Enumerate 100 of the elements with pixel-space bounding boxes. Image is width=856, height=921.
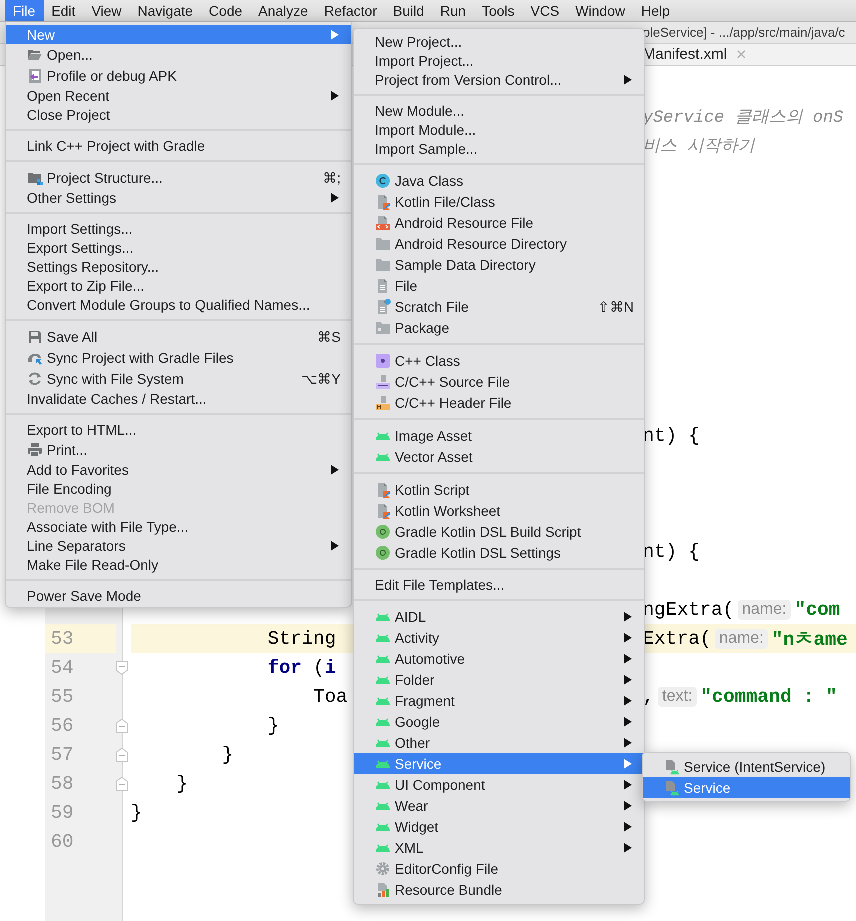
menu-item[interactable]: Sync with File System ⌥⌘Y: [6, 368, 351, 389]
menu-bar-item[interactable]: Analyze: [250, 0, 316, 21]
menu-item[interactable]: Google: [354, 711, 644, 732]
menu-item[interactable]: C/C++ Header File: [354, 392, 644, 413]
menu-item[interactable]: Android Resource Directory: [354, 233, 644, 254]
menu-item[interactable]: XML: [354, 837, 644, 858]
menu-item[interactable]: Automotive: [354, 648, 644, 669]
menu-bar-item[interactable]: Edit: [44, 0, 84, 21]
menu-item[interactable]: AIDL: [354, 606, 644, 627]
code-comment: 비스 시작하기: [643, 137, 756, 157]
menu-item[interactable]: Sync Project with Gradle Files: [6, 347, 351, 368]
menu-item[interactable]: Scratch File ⇧⌘N: [354, 296, 644, 317]
menu-item[interactable]: Kotlin Script: [354, 479, 644, 500]
menu-item[interactable]: EditorConfig File: [354, 858, 644, 879]
menu-item[interactable]: Project from Version Control...: [354, 70, 644, 89]
caret-icon: [624, 738, 632, 748]
menu-item[interactable]: Import Sample...: [354, 139, 644, 158]
menu-bar-item[interactable]: Tools: [474, 0, 523, 21]
menu-item[interactable]: Profile or debug APK: [6, 65, 351, 86]
menu-bar-item[interactable]: Code: [201, 0, 251, 21]
fold-icon[interactable]: [116, 660, 128, 674]
menu-item[interactable]: Print...: [6, 439, 351, 460]
menu-item[interactable]: Edit File Templates...: [354, 575, 644, 594]
menu-bar-item[interactable]: Help: [633, 0, 678, 21]
menu-item[interactable]: Service: [354, 753, 644, 774]
menu-item[interactable]: Invalidate Caches / Restart...: [6, 389, 351, 408]
menu-item[interactable]: Service (IntentService): [643, 756, 850, 777]
line-number: 54: [50, 656, 75, 680]
menu-item[interactable]: Folder: [354, 669, 644, 690]
menu-item[interactable]: Save All ⌘S: [6, 326, 351, 347]
fold-icon[interactable]: [116, 748, 128, 762]
code-text: for: [266, 656, 302, 678]
menu-item[interactable]: C/C++ Source File: [354, 371, 644, 392]
menu-bar-item[interactable]: Refactor: [316, 0, 386, 21]
menu-item[interactable]: Java Class: [354, 170, 644, 191]
menu-item[interactable]: Activity: [354, 627, 644, 648]
menu-item[interactable]: Make File Read-Only: [6, 555, 351, 574]
close-icon[interactable]: [737, 50, 746, 59]
menu-bar-item[interactable]: File: [5, 0, 44, 21]
menu-item[interactable]: Wear: [354, 795, 644, 816]
menu-item[interactable]: C++ Class: [354, 350, 644, 371]
menu-item[interactable]: Import Project...: [354, 51, 644, 70]
code-comment: yService 클래스의 onS: [643, 108, 844, 128]
printer-icon: [27, 442, 43, 458]
editor-tab[interactable]: Manifest.xml: [643, 46, 728, 63]
menu-item[interactable]: Fragment: [354, 690, 644, 711]
source-file-icon: [375, 374, 391, 390]
menu-item[interactable]: Kotlin Worksheet: [354, 500, 644, 521]
menu-item[interactable]: Close Project: [6, 105, 351, 124]
menu-item[interactable]: Import Settings...: [6, 219, 351, 238]
menu-item[interactable]: Gradle Kotlin DSL Build Script: [354, 521, 644, 542]
menu-bar-item[interactable]: VCS: [522, 0, 568, 21]
menu-bar-item[interactable]: Navigate: [130, 0, 202, 21]
code-text: ,: [643, 686, 654, 708]
menu-item[interactable]: Link C++ Project with Gradle: [6, 136, 351, 155]
menu-item[interactable]: New Project...: [354, 32, 644, 51]
menu-item[interactable]: Export to Zip File...: [6, 276, 351, 295]
menu-item[interactable]: Import Module...: [354, 120, 644, 139]
menu-item[interactable]: File Encoding: [6, 479, 351, 498]
menu-item[interactable]: Service: [643, 777, 850, 798]
menu-item[interactable]: Open Recent: [6, 86, 351, 105]
menu-bar-item[interactable]: Window: [568, 0, 634, 21]
menu-item[interactable]: Gradle Kotlin DSL Settings: [354, 542, 644, 563]
menu-item[interactable]: Project Structure... ⌘;: [6, 167, 351, 188]
menu-bar-item[interactable]: Build: [385, 0, 432, 21]
bar-chart-file-icon: [375, 882, 391, 898]
menu-item[interactable]: Open...: [6, 44, 351, 65]
menu-item[interactable]: Other: [354, 732, 644, 753]
menu-item[interactable]: File: [354, 275, 644, 296]
caret-icon: [624, 822, 632, 832]
menu-item[interactable]: UI Component: [354, 774, 644, 795]
menu-bar-item[interactable]: View: [84, 0, 130, 21]
menu-item[interactable]: Android Resource File: [354, 212, 644, 233]
fold-icon[interactable]: [116, 718, 128, 732]
menu-item[interactable]: Convert Module Groups to Qualified Names...: [6, 295, 351, 314]
menu-item[interactable]: New: [6, 25, 351, 44]
package-folder-icon: [375, 320, 391, 336]
scratch-file-icon: [375, 298, 391, 314]
caret-icon: [624, 612, 632, 622]
menu-item[interactable]: Power Save Mode: [6, 586, 351, 605]
menu-item[interactable]: Widget: [354, 816, 644, 837]
menu-item[interactable]: Vector Asset: [354, 446, 644, 467]
menu-item[interactable]: Export Settings...: [6, 238, 351, 257]
menu-item[interactable]: Sample Data Directory: [354, 254, 644, 275]
menu-item[interactable]: Settings Repository...: [6, 257, 351, 276]
menu-item[interactable]: Kotlin File/Class: [354, 191, 644, 212]
menu-item[interactable]: Package: [354, 317, 644, 338]
code-text: "nㅊame: [772, 628, 848, 652]
menu-item[interactable]: Associate with File Type...: [6, 517, 351, 536]
fold-icon[interactable]: [116, 776, 128, 790]
menu-item[interactable]: Export to HTML...: [6, 420, 351, 439]
refresh-icon: [27, 370, 43, 386]
menu-item[interactable]: Resource Bundle: [354, 879, 644, 900]
menu-item[interactable]: Add to Favorites: [6, 460, 351, 479]
menu-item[interactable]: Image Asset: [354, 425, 644, 446]
menu-item[interactable]: Line Separators: [6, 536, 351, 555]
menu-item[interactable]: New Module...: [354, 101, 644, 120]
menu-item[interactable]: Other Settings: [6, 188, 351, 207]
menu-bar-item[interactable]: Run: [432, 0, 474, 21]
caret-icon: [331, 90, 339, 100]
